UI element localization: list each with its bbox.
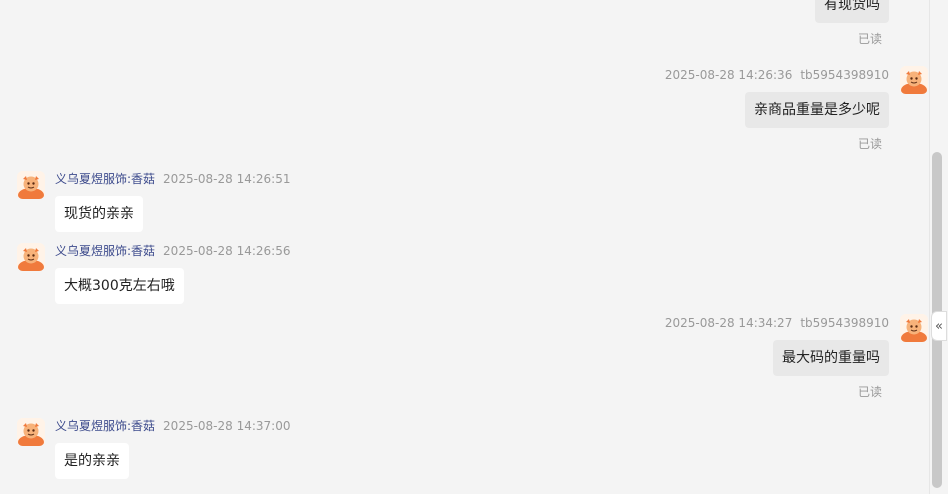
message-outgoing: 2025-08-28 14:34:27 tb5954398910 最大码的重量吗 … (0, 314, 930, 404)
read-status: 已读 (858, 385, 883, 399)
message-meta: 义乌夏煜服饰:香菇 2025-08-28 14:37:00 (55, 418, 291, 434)
message-bubble[interactable]: 是的亲亲 (55, 443, 129, 479)
sender-name[interactable]: 义乌夏煜服饰:香菇 (55, 419, 155, 433)
message-time: 2025-08-28 14:34:27 (664, 316, 793, 330)
message-incoming: 义乌夏煜服饰:香菇 2025-08-28 14:26:51 现货的亲亲 (0, 170, 930, 236)
chat-message-list[interactable]: 有现货吗 已读 2025-08-28 14:26:36 tb5954398910 … (0, 0, 930, 494)
mascot-avatar-icon (900, 314, 928, 342)
message-time: 2025-08-28 14:26:51 (163, 172, 291, 186)
seller-avatar[interactable] (17, 243, 45, 271)
buyer-avatar[interactable] (900, 66, 928, 94)
message-incoming: 义乌夏煜服饰:香菇 2025-08-28 14:26:56 大概300克左右哦 (0, 242, 930, 308)
message-outgoing: 有现货吗 已读 (0, 0, 930, 50)
mascot-avatar-icon (17, 171, 45, 199)
seller-avatar[interactable] (17, 171, 45, 199)
mascot-avatar-icon (900, 66, 928, 94)
sender-name[interactable]: 义乌夏煜服饰:香菇 (55, 244, 155, 258)
message-bubble[interactable]: 亲商品重量是多少呢 (745, 92, 889, 128)
message-incoming: 义乌夏煜服饰:香菇 2025-08-28 14:37:00 是的亲亲 (0, 417, 930, 483)
message-meta: 2025-08-28 14:26:36 tb5954398910 (665, 67, 889, 83)
double-chevron-left-icon: « (935, 318, 943, 334)
message-bubble[interactable]: 有现货吗 (815, 0, 889, 23)
message-meta: 义乌夏煜服饰:香菇 2025-08-28 14:26:56 (55, 243, 291, 259)
message-meta: 2025-08-28 14:34:27 tb5954398910 (665, 315, 889, 331)
mascot-avatar-icon (17, 418, 45, 446)
sender-name[interactable]: 义乌夏煜服饰:香菇 (55, 172, 155, 186)
message-bubble[interactable]: 最大码的重量吗 (773, 340, 889, 376)
read-status: 已读 (858, 137, 883, 151)
mascot-avatar-icon (17, 243, 45, 271)
message-time: 2025-08-28 14:26:36 (664, 68, 793, 82)
collapse-panel-button[interactable]: « (931, 311, 947, 341)
message-bubble[interactable]: 现货的亲亲 (55, 196, 143, 232)
message-meta: 义乌夏煜服饰:香菇 2025-08-28 14:26:51 (55, 171, 291, 187)
sender-username: tb5954398910 (800, 68, 889, 82)
message-time: 2025-08-28 14:26:56 (163, 244, 291, 258)
seller-avatar[interactable] (17, 418, 45, 446)
message-outgoing: 2025-08-28 14:26:36 tb5954398910 亲商品重量是多少… (0, 66, 930, 156)
message-bubble[interactable]: 大概300克左右哦 (55, 268, 184, 304)
sender-username: tb5954398910 (800, 316, 889, 330)
read-status: 已读 (858, 32, 883, 46)
buyer-avatar[interactable] (900, 314, 928, 342)
message-time: 2025-08-28 14:37:00 (163, 419, 291, 433)
